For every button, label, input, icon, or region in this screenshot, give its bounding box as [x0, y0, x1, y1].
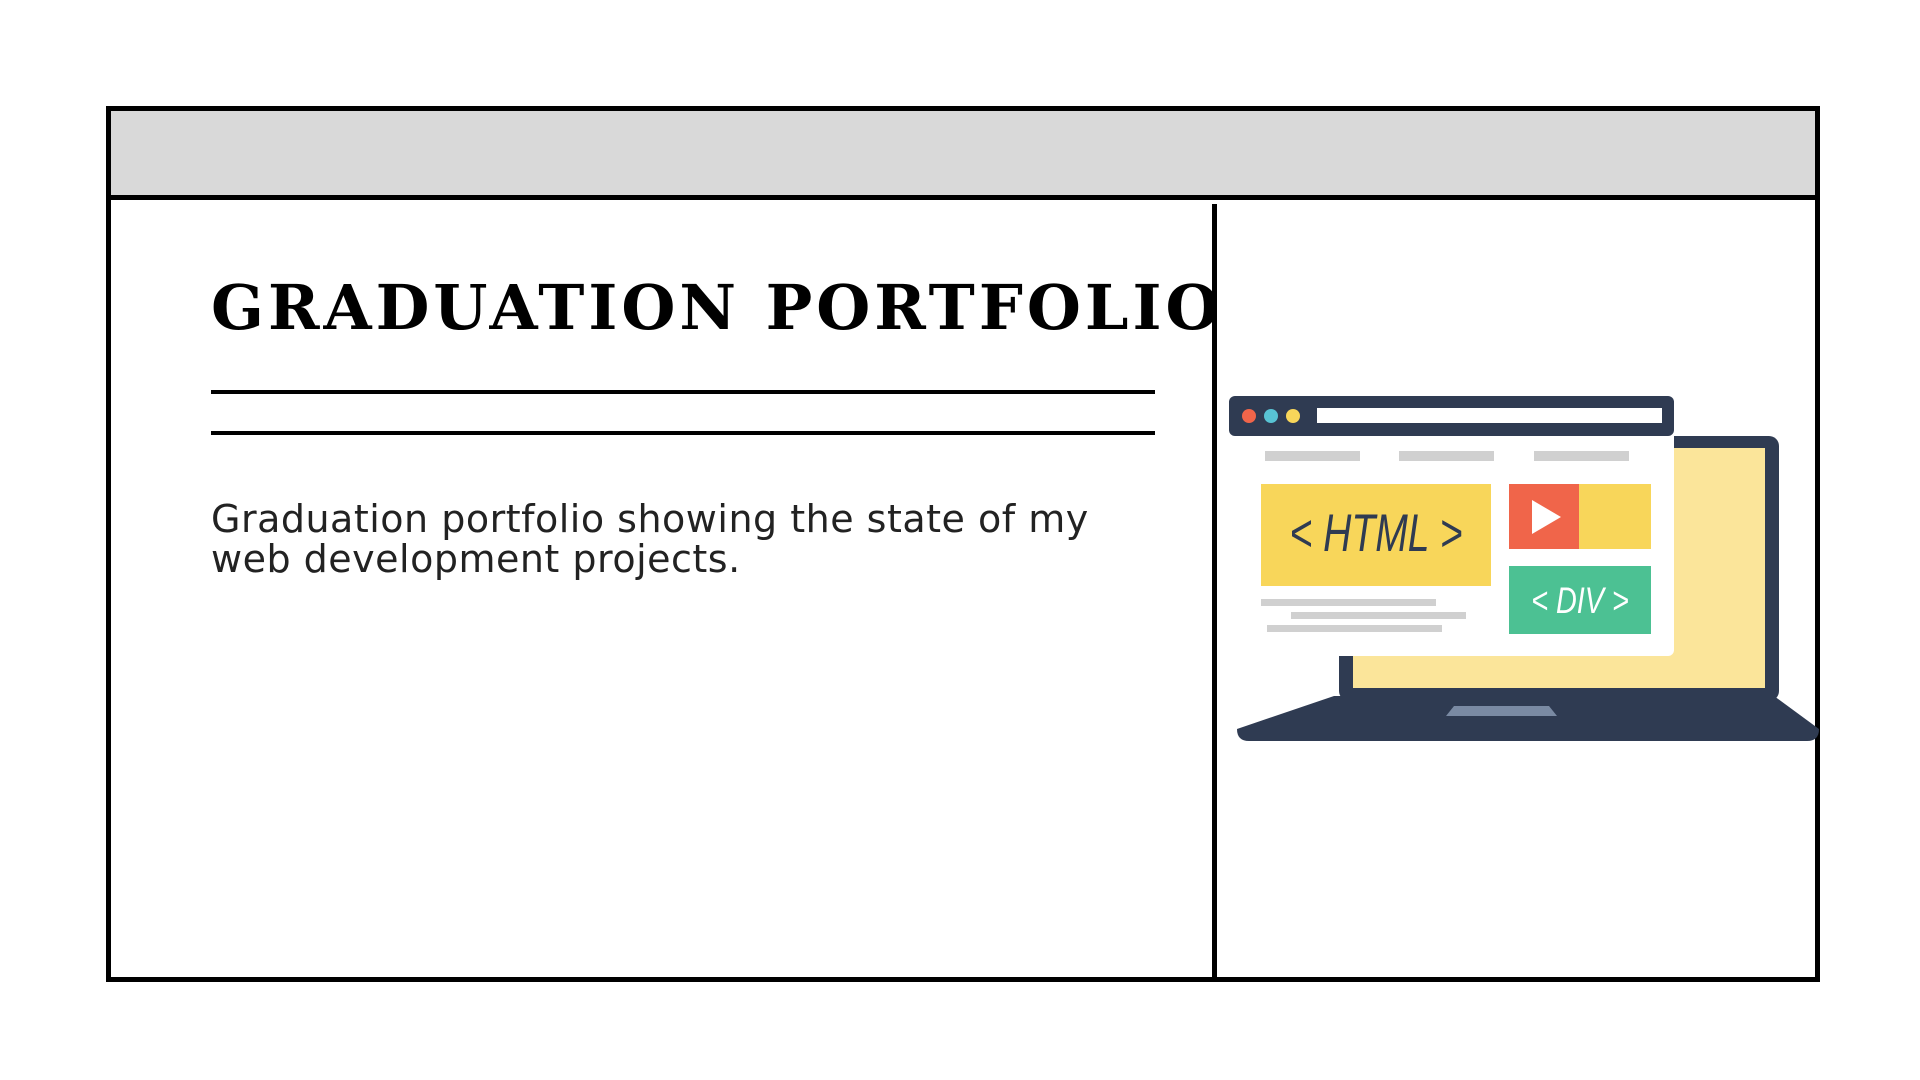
laptop-web-illustration: < HTML > < DIV >: [1229, 396, 1819, 741]
description-text: Graduation portfolio showing the state o…: [211, 497, 1089, 581]
window-close-dot: [1242, 409, 1256, 423]
window-maximize-dot: [1286, 409, 1300, 423]
title-rule-top: [211, 390, 1155, 394]
browser-address-bar: [1317, 408, 1662, 423]
header-bar: [111, 111, 1815, 200]
page-title: GRADUATION PORTFOLIO: [211, 271, 1224, 344]
nav-placeholder-2: [1399, 451, 1494, 461]
text-line-3: [1267, 625, 1442, 632]
text-line-2: [1291, 612, 1466, 619]
laptop-base: [1237, 696, 1819, 741]
nav-placeholder-1: [1265, 451, 1360, 461]
laptop-trackpad: [1446, 706, 1557, 716]
slide-frame: GRADUATION PORTFOLIO Graduation portfoli…: [106, 106, 1820, 982]
nav-placeholder-3: [1534, 451, 1629, 461]
div-tag-text: < DIV >: [1531, 581, 1629, 622]
text-line-1: [1261, 599, 1436, 606]
window-minimize-dot: [1264, 409, 1278, 423]
title-rule-bottom: [211, 431, 1155, 435]
html-tag-text: < HTML >: [1289, 503, 1462, 562]
